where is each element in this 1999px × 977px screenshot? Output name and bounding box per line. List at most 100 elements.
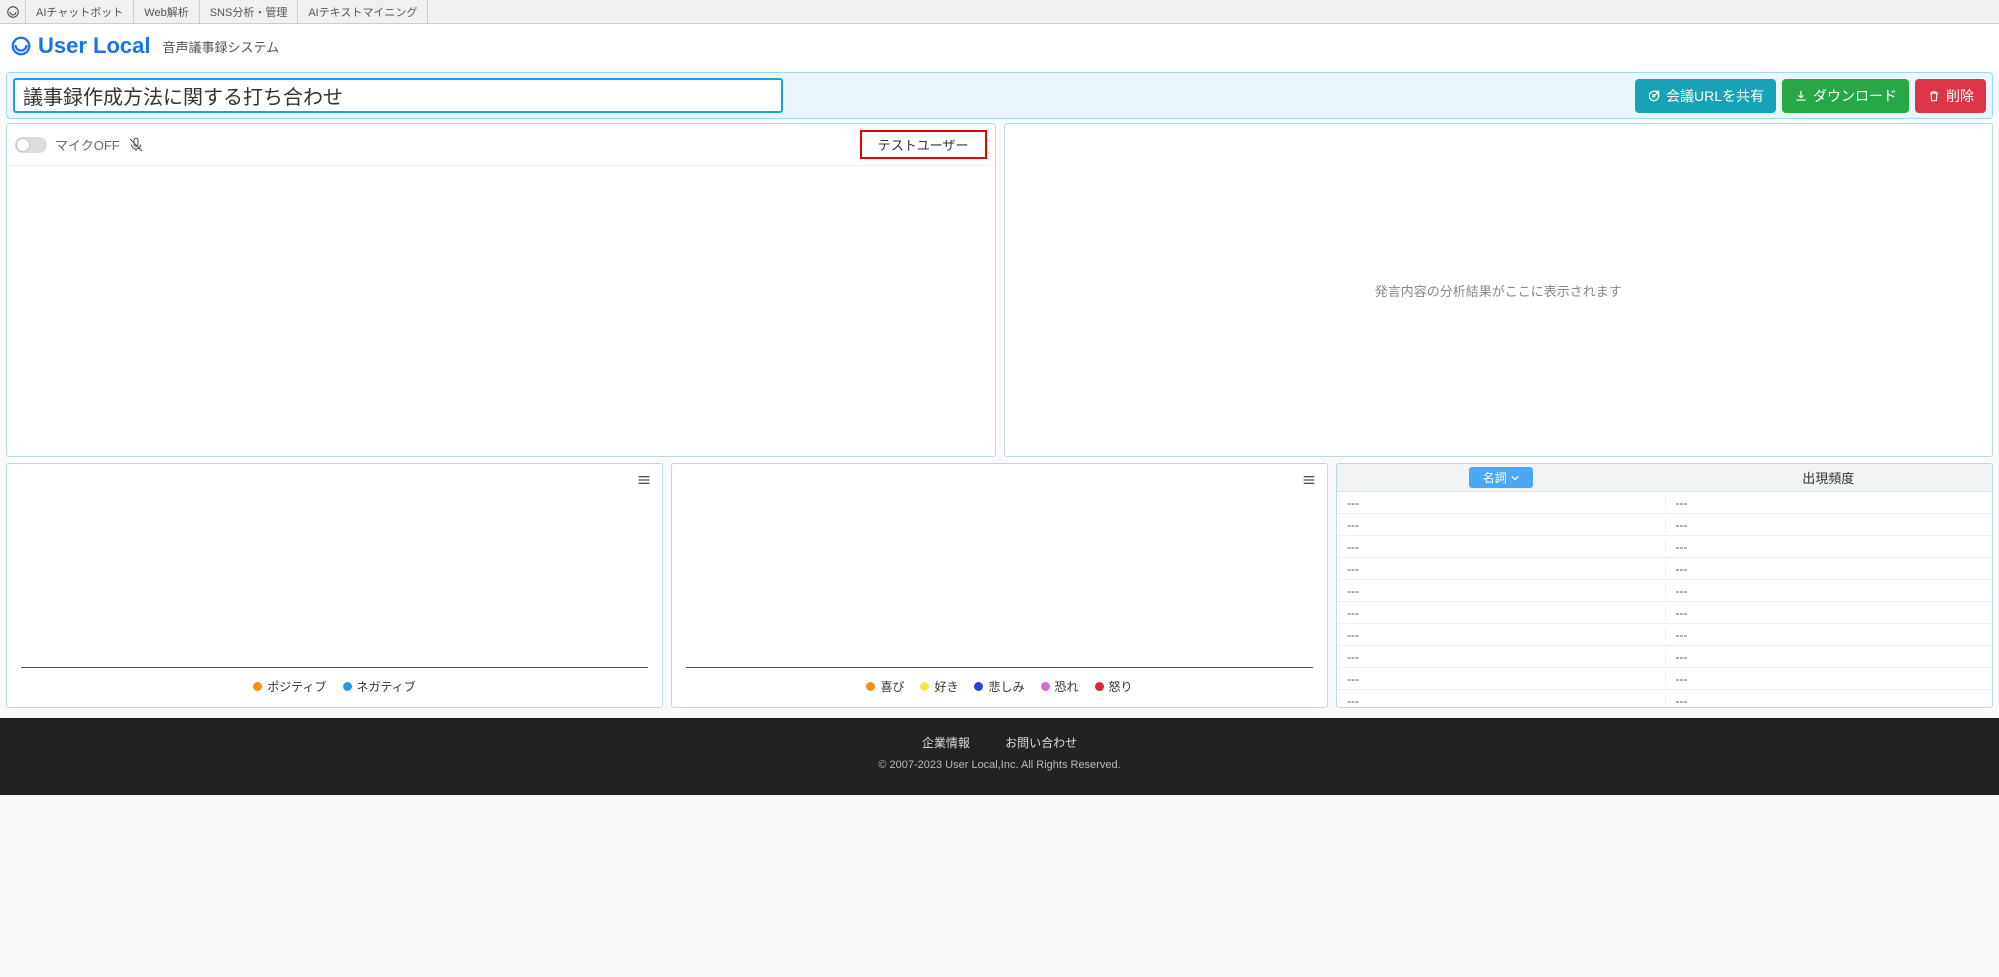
legend-label: ネガティブ: [357, 678, 416, 695]
noun-filter-dropdown[interactable]: 名詞: [1469, 467, 1533, 488]
sentiment-chart-body: [21, 490, 648, 668]
toolbar: 会議URLを共有 ダウンロード 削除: [6, 72, 1993, 119]
brand-subtitle: 音声議事録システム: [163, 37, 280, 56]
count-cell: ---: [1665, 628, 1993, 642]
term-cell: ---: [1337, 584, 1665, 598]
term-cell: ---: [1337, 672, 1665, 686]
dot-icon: [974, 682, 983, 691]
table-row: ------: [1337, 624, 1992, 646]
table-row: ------: [1337, 558, 1992, 580]
share-url-button[interactable]: 会議URLを共有: [1635, 79, 1776, 113]
count-cell: ---: [1665, 672, 1993, 686]
frequency-count-header: 出現頻度: [1665, 468, 1993, 487]
term-cell: ---: [1337, 628, 1665, 642]
dot-icon: [920, 682, 929, 691]
analysis-panel: 発言内容の分析結果がここに表示されます: [1004, 123, 1994, 457]
brand-name: User Local: [38, 33, 151, 59]
trash-icon: [1927, 89, 1941, 103]
frequency-table: 名詞 出現頻度 --------------------------------…: [1336, 463, 1993, 708]
footer-contact-link[interactable]: お問い合わせ: [1005, 736, 1077, 750]
hamburger-icon: [636, 472, 652, 488]
nav-link-sns[interactable]: SNS分析・管理: [200, 0, 299, 23]
sentiment-legend: ポジティブ ネガティブ: [7, 668, 662, 707]
table-row: ------: [1337, 580, 1992, 602]
count-cell: ---: [1665, 518, 1993, 532]
logo-icon: [10, 35, 32, 57]
term-cell: ---: [1337, 496, 1665, 510]
count-cell: ---: [1665, 584, 1993, 598]
transcript-panel: マイクOFF テストユーザー: [6, 123, 996, 457]
emotion-legend: 喜び 好き 悲しみ 恐れ 怒り: [672, 668, 1327, 707]
term-cell: ---: [1337, 650, 1665, 664]
footer: 企業情報 お問い合わせ © 2007-2023 User Local,Inc. …: [0, 718, 1999, 795]
table-row: ------: [1337, 690, 1992, 708]
table-row: ------: [1337, 492, 1992, 514]
download-label: ダウンロード: [1813, 86, 1897, 106]
footer-copyright: © 2007-2023 User Local,Inc. All Rights R…: [0, 759, 1999, 771]
legend-joy: 喜び: [866, 678, 904, 695]
user-name-field[interactable]: テストユーザー: [860, 130, 987, 159]
legend-positive: ポジティブ: [253, 678, 326, 695]
favicon-icon: [0, 0, 26, 23]
chart-menu-button[interactable]: [1299, 470, 1319, 490]
sentiment-chart-panel: ポジティブ ネガティブ: [6, 463, 663, 708]
count-cell: ---: [1665, 650, 1993, 664]
table-row: ------: [1337, 646, 1992, 668]
legend-label: 怒り: [1109, 678, 1133, 695]
legend-label: 好き: [934, 678, 958, 695]
count-cell: ---: [1665, 496, 1993, 510]
share-url-label: 会議URLを共有: [1666, 86, 1764, 106]
legend-like: 好き: [920, 678, 958, 695]
transcript-body: [7, 166, 995, 456]
footer-company-link[interactable]: 企業情報: [922, 736, 970, 750]
chart-menu-button[interactable]: [634, 470, 654, 490]
dot-icon: [343, 682, 352, 691]
mic-row: マイクOFF テストユーザー: [7, 124, 995, 166]
legend-label: ポジティブ: [267, 678, 326, 695]
download-icon: [1794, 89, 1808, 103]
mic-status-label: マイクOFF: [55, 135, 120, 154]
count-cell: ---: [1665, 540, 1993, 554]
mic-toggle[interactable]: [15, 137, 47, 153]
hamburger-icon: [1301, 472, 1317, 488]
emotion-chart-panel: 喜び 好き 悲しみ 恐れ 怒り: [671, 463, 1328, 708]
frequency-header: 名詞 出現頻度: [1337, 464, 1992, 492]
table-row: ------: [1337, 602, 1992, 624]
delete-button[interactable]: 削除: [1915, 79, 1986, 113]
chevron-down-icon: [1511, 474, 1519, 482]
term-cell: ---: [1337, 694, 1665, 708]
noun-filter-label: 名詞: [1483, 469, 1507, 486]
meeting-title-input[interactable]: [13, 78, 783, 113]
nav-link-chatbot[interactable]: AIチャットボット: [26, 0, 134, 23]
dot-icon: [1041, 682, 1050, 691]
term-cell: ---: [1337, 562, 1665, 576]
legend-label: 悲しみ: [988, 678, 1024, 695]
dot-icon: [1095, 682, 1104, 691]
count-cell: ---: [1665, 606, 1993, 620]
term-cell: ---: [1337, 606, 1665, 620]
dot-icon: [253, 682, 262, 691]
legend-label: 恐れ: [1055, 678, 1079, 695]
term-cell: ---: [1337, 518, 1665, 532]
delete-label: 削除: [1946, 86, 1974, 106]
legend-sad: 悲しみ: [974, 678, 1024, 695]
legend-fear: 恐れ: [1041, 678, 1079, 695]
brand-bar: User Local 音声議事録システム: [0, 24, 1999, 68]
table-row: ------: [1337, 536, 1992, 558]
count-cell: ---: [1665, 562, 1993, 576]
legend-negative: ネガティブ: [343, 678, 416, 695]
mic-off-icon: [128, 137, 144, 153]
count-cell: ---: [1665, 694, 1993, 708]
table-row: ------: [1337, 514, 1992, 536]
analysis-placeholder: 発言内容の分析結果がここに表示されます: [1375, 281, 1622, 300]
emotion-chart-body: [686, 490, 1313, 668]
term-cell: ---: [1337, 540, 1665, 554]
table-row: ------: [1337, 668, 1992, 690]
nav-link-textmining[interactable]: AIテキストマイニング: [298, 0, 428, 23]
nav-link-web[interactable]: Web解析: [134, 0, 199, 23]
share-icon: [1647, 89, 1661, 103]
download-button[interactable]: ダウンロード: [1782, 79, 1909, 113]
global-nav: AIチャットボット Web解析 SNS分析・管理 AIテキストマイニング: [0, 0, 1999, 24]
legend-anger: 怒り: [1095, 678, 1133, 695]
dot-icon: [866, 682, 875, 691]
